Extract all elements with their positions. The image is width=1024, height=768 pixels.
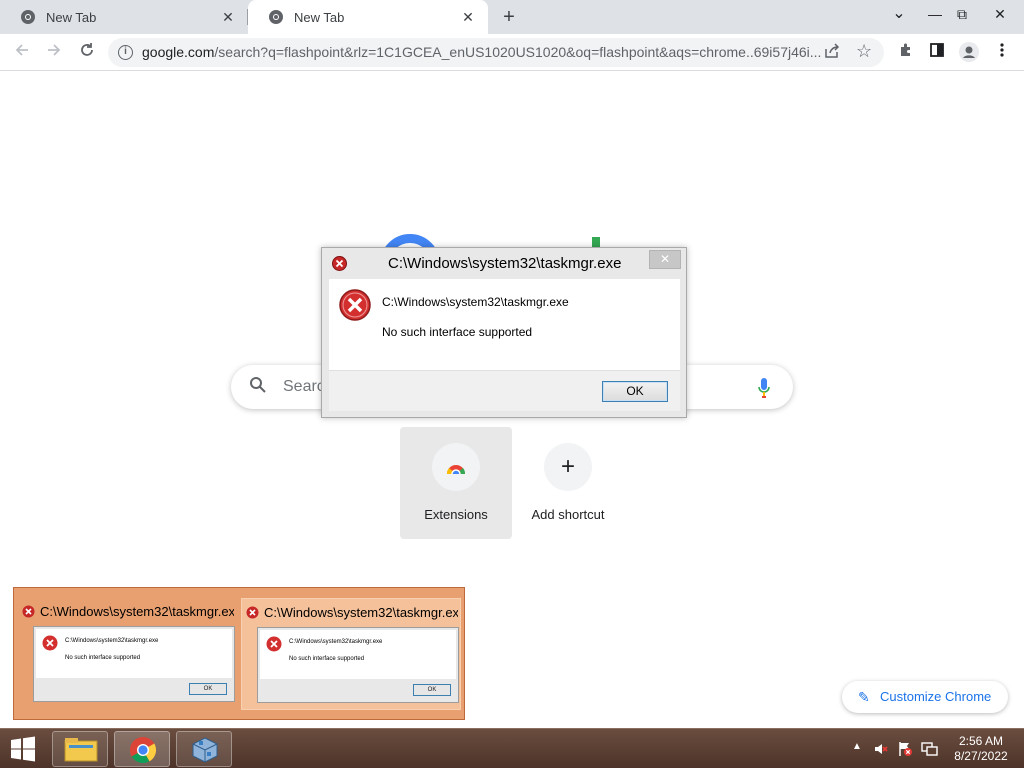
chrome-favicon-icon xyxy=(268,9,284,25)
thumbnail-ok-button: OK xyxy=(413,684,451,696)
tab-search-icon[interactable]: ⌄ xyxy=(887,4,911,24)
customize-chrome-button[interactable]: ✎ Customize Chrome xyxy=(842,681,1008,713)
tab-title: New Tab xyxy=(46,9,97,25)
shortcut-label: Add shortcut xyxy=(531,507,605,522)
shortcut-add[interactable]: + Add shortcut xyxy=(512,427,624,539)
network-icon[interactable] xyxy=(921,741,939,768)
restore-button[interactable]: ⧉ xyxy=(950,4,974,24)
thumbnail-dialog-body: C:\Windows\system32\taskmgr.exe No such … xyxy=(260,630,456,679)
cube-icon xyxy=(192,737,218,763)
url-path: /search?q=flashpoint&rlz=1C1GCEA_enUS102… xyxy=(214,44,822,60)
system-clock[interactable]: 2:56 AM 8/27/2022 xyxy=(948,734,1014,764)
thumbnail-title: C:\Windows\system32\taskmgr.exe xyxy=(22,604,234,619)
shortcut-extensions[interactable]: Extensions xyxy=(400,427,512,539)
thumbnail-title-text: C:\Windows\system32\taskmgr.exe xyxy=(40,604,234,619)
thumbnail-message-error: No such interface supported xyxy=(289,656,365,662)
close-window-button[interactable]: ✕ xyxy=(988,4,1012,24)
error-icon xyxy=(339,289,371,321)
puzzle-icon[interactable] xyxy=(895,42,917,64)
dialog-footer: OK xyxy=(329,370,680,411)
address-bar[interactable]: i google.com/search?q=flashpoint&rlz=1C1… xyxy=(108,38,884,67)
chrome-icon xyxy=(130,737,157,764)
profile-icon[interactable] xyxy=(958,42,980,64)
dialog-title: C:\Windows\system32\taskmgr.exe xyxy=(388,255,622,272)
new-tab-button[interactable]: + xyxy=(498,7,520,27)
dialog-message-error: No such interface supported xyxy=(382,325,533,339)
browser-toolbar: i google.com/search?q=flashpoint&rlz=1C1… xyxy=(0,34,1024,71)
back-arrow-icon[interactable] xyxy=(11,42,33,64)
volume-muted-icon[interactable] xyxy=(873,741,889,768)
error-dialog: C:\Windows\system32\taskmgr.exe ✕ C:\Win… xyxy=(321,247,687,418)
clock-time: 2:56 AM xyxy=(958,734,1004,748)
dialog-titlebar[interactable]: C:\Windows\system32\taskmgr.exe ✕ xyxy=(322,248,686,279)
thumbnail-message-path: C:\Windows\system32\taskmgr.exe xyxy=(65,638,159,644)
error-icon xyxy=(266,636,282,652)
dialog-message-path: C:\Windows\system32\taskmgr.exe xyxy=(382,295,569,309)
star-icon[interactable]: ☆ xyxy=(856,41,872,62)
thumbnail-ok-button: OK xyxy=(189,683,227,695)
thumbnail-title: C:\Windows\system32\taskmgr.exe xyxy=(246,605,458,620)
customize-label: Customize Chrome xyxy=(880,689,992,704)
tab-close-icon[interactable]: ✕ xyxy=(220,9,236,25)
side-panel-icon[interactable] xyxy=(926,42,948,64)
error-app-taskbar-button[interactable] xyxy=(176,731,232,767)
share-icon[interactable] xyxy=(824,43,840,63)
kebab-menu-icon[interactable] xyxy=(991,42,1013,64)
tab-close-icon[interactable]: ✕ xyxy=(460,9,476,25)
thumbnail-message-error: No such interface supported xyxy=(65,655,141,661)
url-host: google.com xyxy=(142,44,215,60)
minimize-button[interactable]: — xyxy=(923,4,947,24)
dialog-body: C:\Windows\system32\taskmgr.exe No such … xyxy=(329,279,680,370)
folder-icon xyxy=(64,738,98,762)
thumbnail-title-text: C:\Windows\system32\taskmgr.exe xyxy=(264,605,458,620)
tab-title: New Tab xyxy=(294,9,345,25)
info-icon[interactable]: i xyxy=(118,45,133,60)
plus-icon: + xyxy=(544,443,592,491)
thumbnail-window-1[interactable]: C:\Windows\system32\taskmgr.exe C:\Windo… xyxy=(18,598,238,710)
forward-arrow-icon[interactable] xyxy=(43,42,65,64)
microphone-icon[interactable] xyxy=(757,377,771,399)
search-icon xyxy=(249,376,267,399)
dialog-close-button[interactable]: ✕ xyxy=(649,250,681,269)
action-center-flag-icon[interactable] xyxy=(897,741,913,768)
chrome-favicon-icon xyxy=(20,9,36,25)
chrome-web-store-icon xyxy=(432,443,480,491)
chrome-taskbar-button[interactable] xyxy=(114,731,170,767)
taskbar-thumbnail-preview: C:\Windows\system32\taskmgr.exe C:\Windo… xyxy=(13,587,465,720)
tab-new-tab-1[interactable]: New Tab ✕ xyxy=(0,0,248,34)
file-explorer-taskbar-button[interactable] xyxy=(52,731,108,767)
show-hidden-icons-button[interactable]: ▲ xyxy=(852,741,862,768)
error-icon xyxy=(42,635,58,651)
windows-taskbar: ▲ 2:56 AM 8/27/2022 xyxy=(0,728,1024,768)
pencil-icon: ✎ xyxy=(858,689,870,705)
clock-date: 8/27/2022 xyxy=(954,749,1008,763)
error-icon xyxy=(246,606,259,619)
thumbnail-message-path: C:\Windows\system32\taskmgr.exe xyxy=(289,639,383,645)
address-url[interactable]: google.com/search?q=flashpoint&rlz=1C1GC… xyxy=(142,44,822,60)
thumbnail-dialog: C:\Windows\system32\taskmgr.exe No such … xyxy=(33,626,235,702)
thumbnail-dialog-body: C:\Windows\system32\taskmgr.exe No such … xyxy=(36,629,232,678)
reload-icon[interactable] xyxy=(76,42,98,64)
error-icon xyxy=(22,605,35,618)
thumbnail-dialog: C:\Windows\system32\taskmgr.exe No such … xyxy=(257,627,459,703)
error-icon xyxy=(332,256,347,271)
thumbnail-window-2[interactable]: C:\Windows\system32\taskmgr.exe C:\Windo… xyxy=(241,598,461,710)
tab-new-tab-2[interactable]: New Tab ✕ xyxy=(248,0,488,34)
start-button[interactable] xyxy=(8,736,38,762)
shortcut-label: Extensions xyxy=(424,507,488,522)
ok-button[interactable]: OK xyxy=(602,381,668,402)
tab-strip: New Tab ✕ New Tab ✕ + ⌄ — ⧉ ✕ xyxy=(0,0,1024,34)
